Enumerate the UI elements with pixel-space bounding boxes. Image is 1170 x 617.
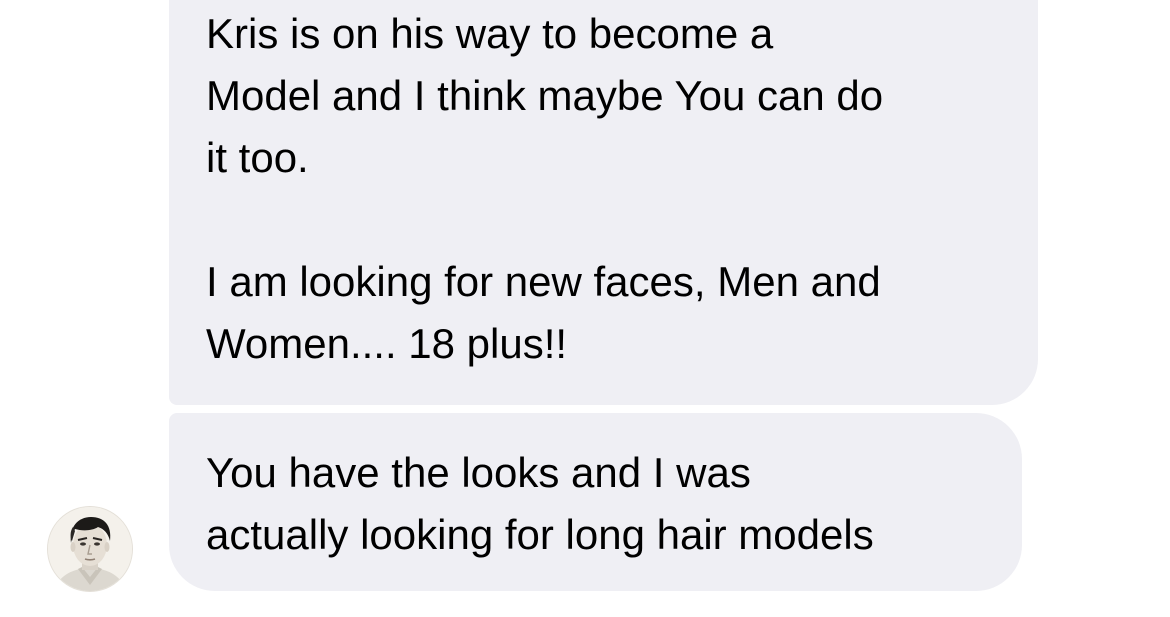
message-line: Women.... 18 plus!! <box>206 320 568 367</box>
message-paragraph: Kris is on his way to become a Model and… <box>206 3 1008 189</box>
message-line: You have the looks and I was <box>206 449 751 496</box>
sender-avatar[interactable] <box>48 507 132 591</box>
message-line: Kris is on his way to become a <box>206 10 774 57</box>
message-paragraph: You have the looks and I was actually lo… <box>206 442 992 566</box>
message-line: it too. <box>206 134 309 181</box>
message-line: I am looking for new faces, Men and <box>206 258 881 305</box>
message-bubble[interactable]: You have the looks and I was actually lo… <box>169 413 1022 591</box>
man-portrait-avatar-icon <box>48 507 132 591</box>
message-paragraph: I am looking for new faces, Men and Wome… <box>206 251 1008 375</box>
message-bubble[interactable]: Kris is on his way to become a Model and… <box>169 0 1038 405</box>
message-line: actually looking for long hair models <box>206 511 874 558</box>
message-line: Model and I think maybe You can do <box>206 72 884 119</box>
message-thread: Kris is on his way to become a Model and… <box>0 0 1170 617</box>
